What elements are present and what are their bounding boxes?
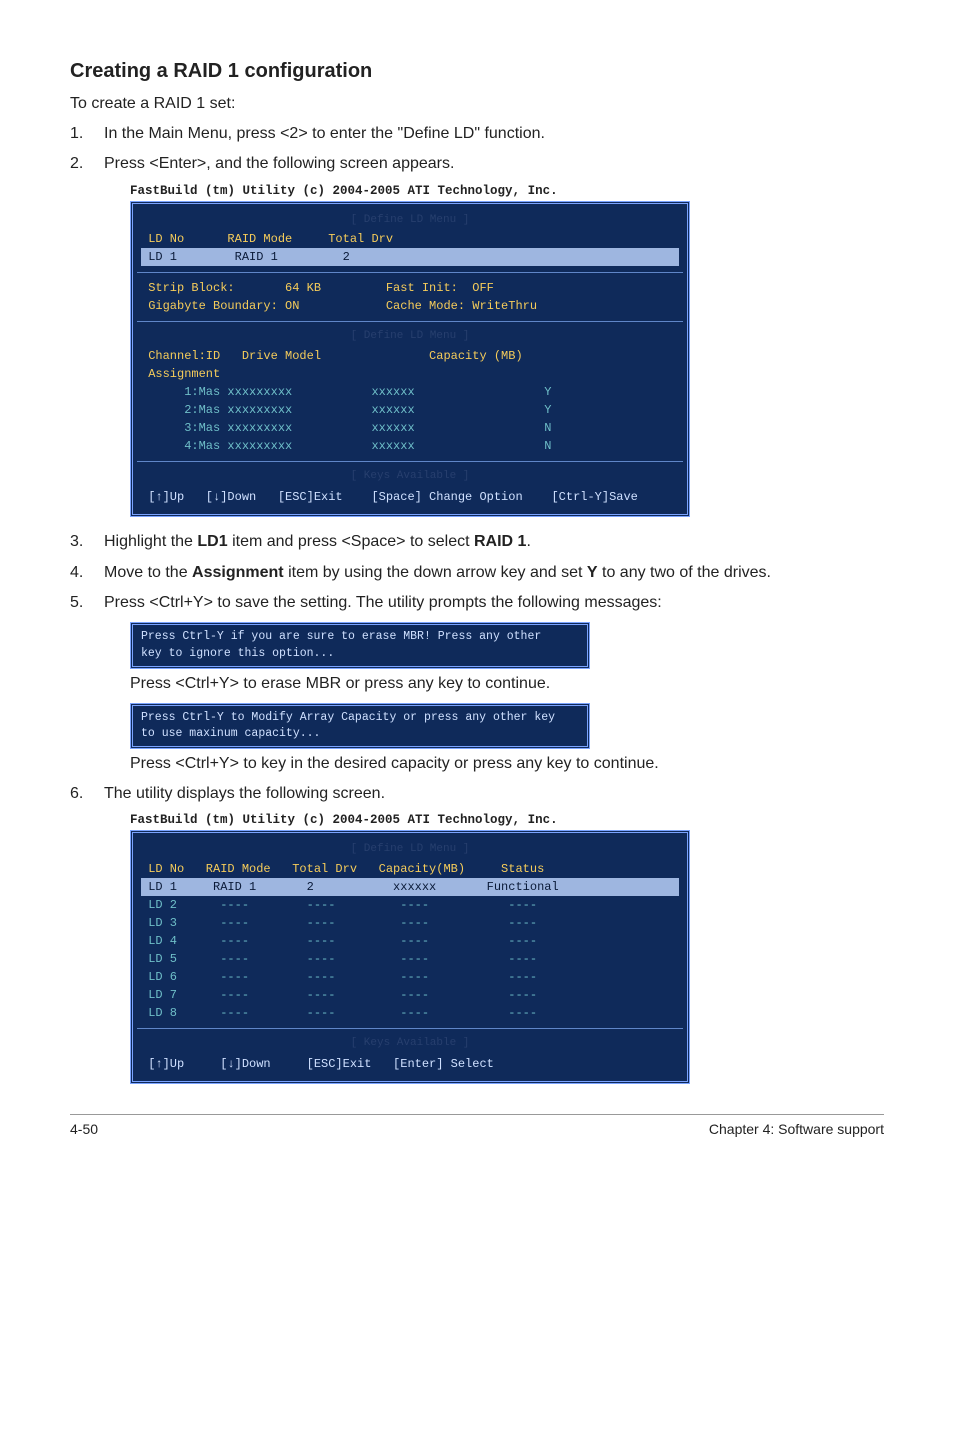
page-number: 4-50 [70,1121,98,1137]
bios-ld-row: LD 7 ---- ---- ---- ---- [141,986,679,1004]
bios-section-label: [ Define LD Menu ] [141,328,679,345]
bios-keys-row: [↑]Up [↓]Down [ESC]Exit [Space] Change O… [141,488,679,506]
step-text-bold: Assignment [192,564,284,581]
step-note: Press <Ctrl+Y> to key in the desired cap… [130,755,884,773]
step-text-part: item by using the down arrow key and set [284,564,587,581]
chapter-title: Chapter 4: Software support [709,1121,884,1137]
intro-text: To create a RAID 1 set: [70,95,884,113]
bios-ld-row: LD 2 ---- ---- ---- ---- [141,896,679,914]
bios-message-box: Press Ctrl-Y if you are sure to erase MB… [130,622,590,668]
bios-section-label: [ Define LD Menu ] [141,212,679,229]
step-number: 2. [70,153,104,175]
bios-ld-row: LD 5 ---- ---- ---- ---- [141,950,679,968]
bios-option-row: Strip Block: 64 KB Fast Init: OFF [141,279,679,297]
step-note: Press <Ctrl+Y> to erase MBR or press any… [130,675,884,693]
step-text-bold: LD1 [197,533,227,550]
bios-header: LD No RAID Mode Total Drv [141,230,679,248]
bios-header: LD No RAID Mode Total Drv Capacity(MB) S… [141,860,679,878]
bios-header: Channel:ID Drive Model Capacity (MB) [141,347,679,365]
step-text-part: to any two of the drives. [598,564,771,581]
bios-message-line: key to ignore this option... [141,646,579,662]
step-number: 1. [70,123,104,145]
bios-panel-define-ld: [ Define LD Menu ] LD No RAID Mode Total… [130,201,690,518]
step-text: Highlight the LD1 item and press <Space>… [104,531,884,553]
bios-ld-row: LD 4 ---- ---- ---- ---- [141,932,679,950]
step-text: The utility displays the following scree… [104,783,884,805]
footer-divider [70,1114,884,1115]
bios-selected-row: LD 1 RAID 1 2 xxxxxx Functional [141,878,679,896]
step-text: Press <Enter>, and the following screen … [104,153,884,175]
bios-message-box: Press Ctrl-Y to Modify Array Capacity or… [130,703,590,749]
step-number: 6. [70,783,104,805]
bios-keys-row: [↑]Up [↓]Down [ESC]Exit [Enter] Select [141,1055,679,1073]
bios-title: FastBuild (tm) Utility (c) 2004-2005 ATI… [130,184,690,198]
bios-title: FastBuild (tm) Utility (c) 2004-2005 ATI… [130,813,690,827]
bios-drive-row: 4:Mas xxxxxxxxx xxxxxx N [141,437,679,455]
step-number: 5. [70,592,104,614]
bios-header: Assignment [141,365,679,383]
section-heading: Creating a RAID 1 configuration [70,60,884,83]
bios-option-row: Gigabyte Boundary: ON Cache Mode: WriteT… [141,297,679,315]
step-text-bold: Y [587,564,598,581]
step-text-part: item and press <Space> to select [228,533,474,550]
step-number: 4. [70,562,104,584]
bios-selected-row: LD 1 RAID 1 2 [141,248,679,266]
bios-ld-row: LD 8 ---- ---- ---- ---- [141,1004,679,1022]
bios-drive-row: 3:Mas xxxxxxxxx xxxxxx N [141,419,679,437]
step-text-bold: RAID 1 [474,533,526,550]
bios-section-label: [ Keys Available ] [141,468,679,485]
step-text: Press <Ctrl+Y> to save the setting. The … [104,592,884,614]
bios-message-line: Press Ctrl-Y if you are sure to erase MB… [141,629,579,645]
bios-panel-ld-list: [ Define LD Menu ] LD No RAID Mode Total… [130,830,690,1084]
bios-ld-row: LD 3 ---- ---- ---- ---- [141,914,679,932]
step-text-part: Highlight the [104,533,197,550]
bios-message-line: Press Ctrl-Y to Modify Array Capacity or… [141,710,579,726]
step-text: In the Main Menu, press <2> to enter the… [104,123,884,145]
bios-drive-row: 1:Mas xxxxxxxxx xxxxxx Y [141,383,679,401]
step-number: 3. [70,531,104,553]
bios-ld-row: LD 6 ---- ---- ---- ---- [141,968,679,986]
bios-section-label: [ Define LD Menu ] [141,841,679,858]
bios-section-label: [ Keys Available ] [141,1035,679,1052]
bios-drive-row: 2:Mas xxxxxxxxx xxxxxx Y [141,401,679,419]
bios-message-line: to use maxinum capacity... [141,726,579,742]
step-text-part: Move to the [104,564,192,581]
step-text: Move to the Assignment item by using the… [104,562,884,584]
step-text-part: . [526,533,530,550]
